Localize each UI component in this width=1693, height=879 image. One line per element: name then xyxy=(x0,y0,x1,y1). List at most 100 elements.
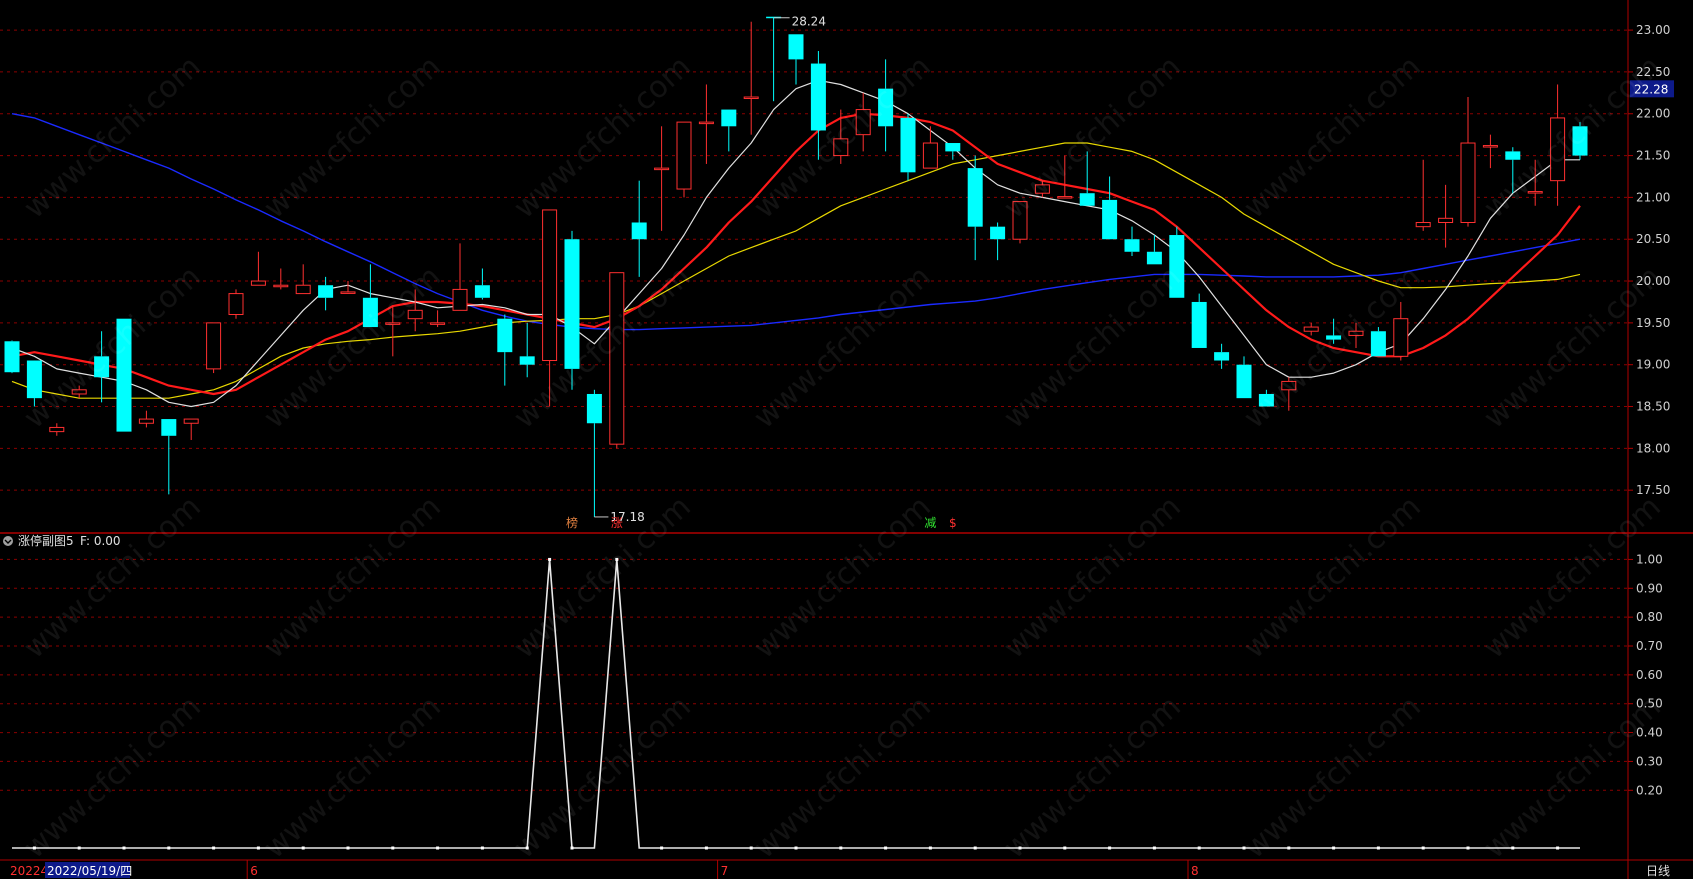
indicator-point xyxy=(1511,846,1515,850)
indicator-point xyxy=(212,846,216,850)
date-axis: 20224 2022/05/19/四 日线 6 7 8 xyxy=(10,860,1670,879)
candle[interactable] xyxy=(273,268,289,290)
indicator-point xyxy=(32,846,36,850)
candle[interactable] xyxy=(1460,97,1476,227)
candle[interactable] xyxy=(161,419,177,495)
candle[interactable] xyxy=(138,410,154,428)
candle[interactable] xyxy=(71,385,87,399)
candle[interactable] xyxy=(474,268,490,300)
candle[interactable] xyxy=(676,121,692,198)
candle[interactable] xyxy=(586,389,602,517)
collapse-icon[interactable] xyxy=(3,536,13,546)
candle[interactable] xyxy=(26,360,42,407)
candle[interactable] xyxy=(743,21,759,135)
month-tick-label: 7 xyxy=(721,864,729,878)
candle[interactable] xyxy=(4,340,20,374)
candle[interactable] xyxy=(967,155,983,261)
candle[interactable] xyxy=(900,113,916,181)
indicator-point xyxy=(480,846,484,850)
indicator-point xyxy=(660,846,664,850)
current-price-text: 22.28 xyxy=(1634,82,1668,96)
candle[interactable] xyxy=(1572,122,1588,160)
candle[interactable] xyxy=(631,180,647,277)
month-tick-label: 8 xyxy=(1191,864,1199,878)
candle[interactable] xyxy=(654,126,670,231)
stock-chart[interactable]: 17.50 18.00 18.50 19.00 19.50 20.00 20.50 21.00… xyxy=(0,0,1693,879)
candle[interactable] xyxy=(1550,84,1566,206)
candle[interactable] xyxy=(922,126,938,169)
candle[interactable] xyxy=(94,331,110,403)
candle[interactable] xyxy=(519,322,535,378)
candle[interactable] xyxy=(945,143,961,160)
ma-yellow-line xyxy=(11,142,1581,399)
indicator-title: 涨停副图5 xyxy=(18,533,74,548)
candle[interactable] xyxy=(452,243,468,311)
candle[interactable] xyxy=(1281,377,1297,411)
candle[interactable] xyxy=(1482,134,1498,169)
indicator-tick-label: 0.20 xyxy=(1636,783,1663,797)
candle[interactable] xyxy=(183,418,199,440)
candle[interactable] xyxy=(116,318,132,432)
signal-marker: $ xyxy=(949,516,957,530)
candle[interactable] xyxy=(362,264,378,328)
candle[interactable] xyxy=(407,289,423,332)
candlesticks[interactable] xyxy=(4,16,1588,517)
indicator-point xyxy=(1152,846,1156,850)
candle[interactable] xyxy=(855,92,871,152)
candle[interactable] xyxy=(49,423,65,436)
candle[interactable] xyxy=(1057,155,1073,199)
candle[interactable] xyxy=(788,34,804,85)
candle[interactable] xyxy=(295,264,311,295)
candle[interactable] xyxy=(1348,322,1364,348)
candle[interactable] xyxy=(228,289,244,319)
indicator-grid xyxy=(0,558,1628,791)
candle[interactable] xyxy=(721,109,737,152)
price-tick-label: 23.00 xyxy=(1636,23,1670,37)
indicator-tick-label: 0.70 xyxy=(1636,639,1663,653)
price-tick-label: 19.50 xyxy=(1636,316,1670,330)
candle[interactable] xyxy=(1191,293,1207,348)
signal-marker: 减 xyxy=(924,516,936,530)
candle[interactable] xyxy=(1102,176,1118,240)
indicator-point xyxy=(839,846,843,850)
indicator-tick-label: 0.90 xyxy=(1636,581,1663,595)
candle[interactable] xyxy=(430,310,446,328)
candle[interactable] xyxy=(1124,226,1140,256)
indicator-point xyxy=(1018,846,1022,850)
candle[interactable] xyxy=(564,230,580,390)
indicator-point xyxy=(749,846,753,850)
candle[interactable] xyxy=(1303,322,1319,336)
candle[interactable] xyxy=(1034,180,1050,198)
date-start-label: 20224 xyxy=(10,864,48,878)
chart-frame xyxy=(0,0,1693,879)
candle[interactable] xyxy=(206,322,222,374)
candle[interactable] xyxy=(1258,389,1274,407)
price-tick-label: 21.50 xyxy=(1636,149,1670,163)
candle[interactable] xyxy=(1415,159,1431,231)
candle[interactable] xyxy=(698,84,714,164)
candle[interactable] xyxy=(318,276,334,311)
candle[interactable] xyxy=(1393,301,1409,361)
candle[interactable] xyxy=(1438,184,1454,248)
candle[interactable] xyxy=(1012,201,1028,244)
candle[interactable] xyxy=(1370,327,1386,357)
candle[interactable] xyxy=(1236,356,1252,399)
indicator-point xyxy=(704,846,708,850)
candle[interactable] xyxy=(542,209,558,407)
candle[interactable] xyxy=(810,51,826,160)
candle[interactable] xyxy=(1079,151,1095,206)
candle[interactable] xyxy=(878,59,894,152)
period-label[interactable]: 日线 xyxy=(1646,864,1670,878)
candle[interactable] xyxy=(497,314,513,386)
indicator-value: F: 0.00 xyxy=(80,534,121,548)
candle[interactable] xyxy=(1505,147,1521,194)
indicator-point xyxy=(548,557,552,561)
candle[interactable] xyxy=(990,222,1006,261)
candle[interactable] xyxy=(766,16,782,102)
candle[interactable] xyxy=(250,251,266,286)
candle[interactable] xyxy=(1527,159,1543,206)
candle[interactable] xyxy=(609,272,625,449)
indicator-point xyxy=(928,846,932,850)
candle[interactable] xyxy=(385,306,401,357)
candle[interactable] xyxy=(1169,226,1185,298)
